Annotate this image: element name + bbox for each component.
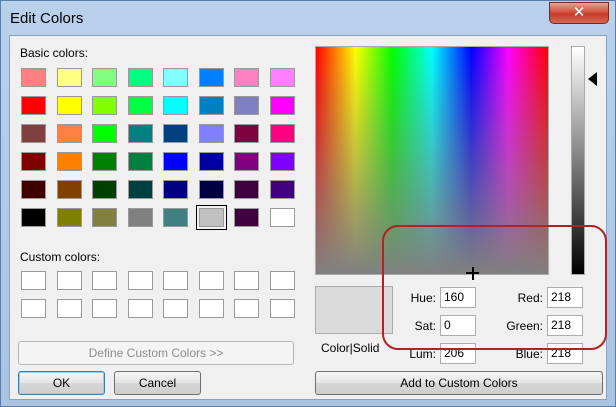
title-bar[interactable]: Edit Colors ✕	[1, 1, 615, 35]
custom-colors-label: Custom colors:	[20, 250, 101, 264]
basic-color-swatch[interactable]	[56, 124, 82, 143]
basic-color-swatch[interactable]	[56, 68, 82, 87]
basic-color-swatch[interactable]	[21, 96, 46, 115]
basic-color-swatch[interactable]	[21, 124, 46, 143]
arrow-left-icon[interactable]	[588, 72, 597, 86]
basic-color-swatch[interactable]	[234, 208, 259, 227]
custom-color-swatch[interactable]	[269, 299, 295, 318]
basic-color-swatch[interactable]	[198, 152, 224, 171]
add-to-custom-colors-button[interactable]: Add to Custom Colors	[315, 371, 603, 395]
basic-color-swatch[interactable]	[269, 152, 295, 171]
ok-button[interactable]: OK	[18, 371, 105, 395]
basic-color-swatch[interactable]	[127, 180, 153, 199]
basic-color-swatch[interactable]	[198, 96, 224, 115]
basic-color-swatch[interactable]	[127, 152, 153, 171]
basic-color-swatch[interactable]	[234, 68, 259, 87]
custom-color-swatch[interactable]	[56, 299, 82, 318]
basic-color-swatch[interactable]	[195, 205, 227, 230]
basic-color-swatch[interactable]	[269, 124, 295, 143]
basic-color-swatch[interactable]	[92, 124, 117, 143]
basic-color-swatch[interactable]	[234, 124, 259, 143]
custom-color-swatch[interactable]	[198, 299, 224, 318]
basic-color-swatch[interactable]	[92, 208, 117, 227]
basic-color-swatch[interactable]	[21, 180, 46, 199]
basic-color-swatch[interactable]	[163, 96, 188, 115]
basic-color-swatch[interactable]	[56, 180, 82, 199]
basic-color-swatch[interactable]	[163, 208, 188, 227]
custom-color-swatch[interactable]	[234, 271, 259, 290]
basic-color-swatch[interactable]	[92, 180, 117, 199]
basic-color-swatch[interactable]	[198, 124, 224, 143]
basic-color-swatch[interactable]	[269, 96, 295, 115]
custom-color-swatch[interactable]	[92, 299, 117, 318]
basic-colors-label: Basic colors:	[20, 46, 89, 60]
custom-color-swatch[interactable]	[127, 271, 153, 290]
custom-color-swatch[interactable]	[92, 271, 117, 290]
basic-color-swatch[interactable]	[234, 180, 259, 199]
edit-colors-window: Edit Colors ✕ Basic colors: Custom color…	[0, 0, 616, 407]
basic-color-swatch[interactable]	[127, 68, 153, 87]
basic-color-swatch[interactable]	[234, 152, 259, 171]
basic-color-swatch[interactable]	[92, 68, 117, 87]
close-icon: ✕	[572, 4, 586, 21]
basic-color-swatch[interactable]	[198, 180, 224, 199]
annotation-highlight	[382, 225, 607, 350]
custom-color-swatch[interactable]	[269, 271, 295, 290]
basic-color-swatch[interactable]	[163, 124, 188, 143]
basic-color-swatch[interactable]	[127, 208, 153, 227]
basic-color-swatch[interactable]	[163, 152, 188, 171]
basic-color-swatch[interactable]	[163, 68, 188, 87]
custom-color-swatch[interactable]	[163, 299, 188, 318]
custom-color-swatch[interactable]	[56, 271, 82, 290]
color-solid-label: Color|Solid	[321, 341, 380, 355]
custom-color-swatch[interactable]	[127, 299, 153, 318]
close-button[interactable]: ✕	[549, 2, 609, 24]
custom-color-swatch[interactable]	[163, 271, 188, 290]
custom-color-swatch[interactable]	[198, 271, 224, 290]
basic-color-swatch[interactable]	[21, 152, 46, 171]
cancel-button[interactable]: Cancel	[114, 371, 201, 395]
basic-color-swatch[interactable]	[269, 68, 295, 87]
basic-color-swatch[interactable]	[21, 68, 46, 87]
custom-color-swatch[interactable]	[234, 299, 259, 318]
basic-color-swatch[interactable]	[127, 96, 153, 115]
basic-color-swatch[interactable]	[127, 124, 153, 143]
basic-color-swatch[interactable]	[56, 152, 82, 171]
basic-color-swatch[interactable]	[234, 96, 259, 115]
basic-color-swatch[interactable]	[198, 68, 224, 87]
define-custom-colors-button[interactable]: Define Custom Colors >>	[18, 341, 294, 365]
basic-color-swatch[interactable]	[269, 208, 295, 227]
basic-color-swatch[interactable]	[269, 180, 295, 199]
window-title: Edit Colors	[10, 10, 84, 27]
basic-color-swatch[interactable]	[56, 208, 82, 227]
basic-color-swatch[interactable]	[163, 180, 188, 199]
basic-color-swatch[interactable]	[92, 96, 117, 115]
basic-color-swatch[interactable]	[56, 96, 82, 115]
basic-color-swatch[interactable]	[21, 208, 46, 227]
custom-color-swatch[interactable]	[21, 271, 46, 290]
basic-color-swatch[interactable]	[92, 152, 117, 171]
custom-color-swatch[interactable]	[21, 299, 46, 318]
